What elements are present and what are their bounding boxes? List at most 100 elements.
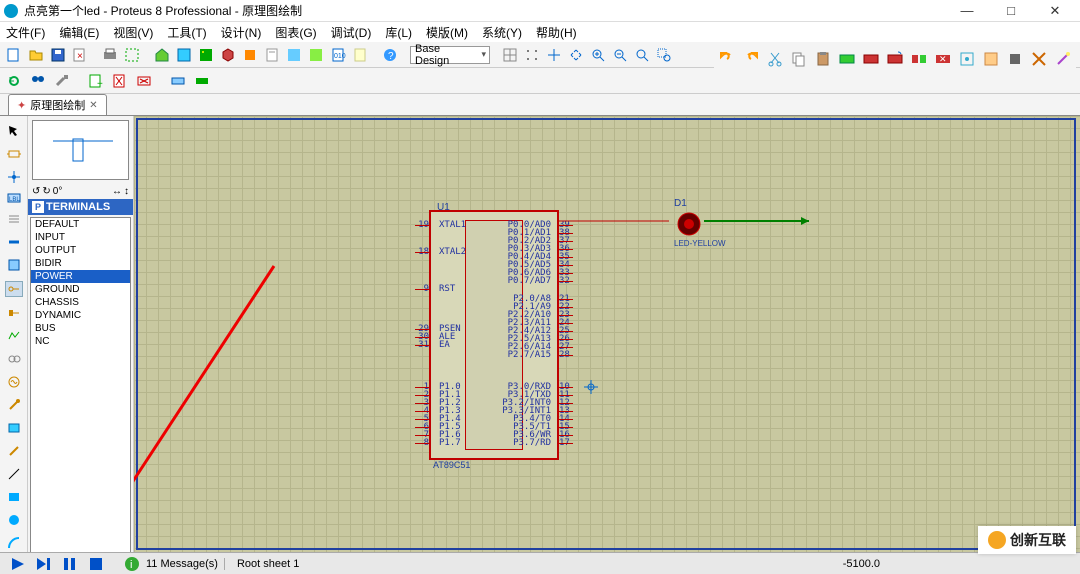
settings-icon[interactable] — [52, 71, 72, 91]
label-tool[interactable]: LBL — [5, 193, 23, 203]
home-icon[interactable] — [152, 45, 172, 65]
script-icon[interactable]: 010 — [328, 45, 348, 65]
menu-item[interactable]: 库(L) — [385, 24, 412, 41]
copy-icon[interactable] — [788, 48, 810, 70]
subcircuit-tool[interactable] — [5, 258, 23, 272]
block-copy-icon[interactable] — [836, 48, 858, 70]
selection-tool[interactable] — [5, 124, 23, 138]
menu-item[interactable]: 工具(T) — [167, 24, 206, 41]
find-icon[interactable] — [28, 71, 48, 91]
palette-item[interactable]: CHASSIS — [31, 296, 130, 309]
vsm-icon[interactable] — [306, 45, 326, 65]
pan-icon[interactable] — [566, 45, 586, 65]
minimize-button[interactable]: — — [954, 3, 980, 19]
palette-item[interactable]: INPUT — [31, 231, 130, 244]
print-icon[interactable] — [100, 45, 120, 65]
junction-tool[interactable] — [5, 170, 23, 184]
menu-item[interactable]: 编辑(E) — [59, 24, 99, 41]
paste-icon[interactable] — [812, 48, 834, 70]
component-u1[interactable]: U1 AT89C51 19XTAL118XTAL29RST29PSEN30ALE… — [429, 210, 559, 460]
tape-tool[interactable] — [5, 352, 23, 366]
snap-icon[interactable] — [522, 45, 542, 65]
new-file-icon[interactable] — [4, 45, 24, 65]
3d-icon[interactable] — [218, 45, 238, 65]
component-tool[interactable] — [5, 147, 23, 161]
pencil-tool[interactable] — [5, 444, 23, 458]
toggle1-icon[interactable] — [168, 71, 188, 91]
line-tool[interactable] — [5, 467, 23, 481]
palette-item[interactable]: OUTPUT — [31, 244, 130, 257]
design-explorer-icon[interactable] — [284, 45, 304, 65]
redo-icon[interactable] — [740, 48, 762, 70]
add-sheet-icon[interactable]: + — [86, 71, 106, 91]
rotate-ccw-icon[interactable]: ↺ — [32, 186, 40, 197]
menu-item[interactable]: 图表(G) — [275, 24, 316, 41]
status-messages[interactable]: 11 Message(s) — [140, 558, 225, 570]
library-icon[interactable] — [980, 48, 1002, 70]
delete-sheet-icon[interactable] — [110, 71, 130, 91]
block-delete-icon[interactable]: ✕ — [932, 48, 954, 70]
zoom-out-icon[interactable] — [610, 45, 630, 65]
probe-tool[interactable] — [5, 398, 23, 412]
origin-icon[interactable] — [544, 45, 564, 65]
tab-schematic[interactable]: ✦ 原理图绘制 ✕ — [8, 94, 107, 115]
menu-item[interactable]: 设计(N) — [221, 24, 262, 41]
menu-item[interactable]: 模版(M) — [426, 24, 468, 41]
refresh-icon[interactable] — [4, 71, 24, 91]
tab-close-icon[interactable]: ✕ — [89, 100, 97, 111]
circle-tool[interactable] — [5, 513, 23, 527]
toggle2-icon[interactable] — [192, 71, 212, 91]
text-tool[interactable] — [5, 212, 23, 226]
graph-tool[interactable] — [5, 329, 23, 343]
block-rotate-icon[interactable] — [884, 48, 906, 70]
delete-block-icon[interactable] — [134, 71, 154, 91]
block-mirror-icon[interactable] — [908, 48, 930, 70]
package-icon[interactable] — [1004, 48, 1026, 70]
pick-icon[interactable] — [956, 48, 978, 70]
palette-item[interactable]: DYNAMIC — [31, 309, 130, 322]
pcb-icon[interactable] — [196, 45, 216, 65]
menu-item[interactable]: 帮助(H) — [536, 24, 577, 41]
menu-item[interactable]: 调试(D) — [331, 24, 372, 41]
decompose-icon[interactable] — [1028, 48, 1050, 70]
palette-item[interactable]: BIDIR — [31, 257, 130, 270]
schematic-canvas[interactable]: U1 AT89C51 19XTAL118XTAL29RST29PSEN30ALE… — [134, 116, 1080, 556]
design-combo[interactable]: Base Design — [410, 46, 490, 64]
palette-item[interactable]: POWER — [31, 270, 130, 283]
component-d1[interactable]: D1 LED-YELLOW — [674, 198, 726, 248]
zoom-in-icon[interactable] — [588, 45, 608, 65]
menu-item[interactable]: 系统(Y) — [482, 24, 522, 41]
step-button[interactable] — [34, 556, 54, 572]
palette-item[interactable]: BUS — [31, 322, 130, 335]
maximize-button[interactable]: □ — [998, 3, 1024, 19]
help-icon[interactable]: ? — [380, 45, 400, 65]
mirror-v-icon[interactable]: ↕ — [124, 186, 129, 197]
rotation-controls[interactable]: ↺ ↻ 0° ↔ ↕ — [28, 184, 133, 199]
close-file-icon[interactable]: × — [70, 45, 90, 65]
close-button[interactable]: ✕ — [1042, 3, 1068, 19]
device-pin-tool[interactable] — [5, 306, 23, 320]
palette-item[interactable]: NC — [31, 335, 130, 348]
menu-item[interactable]: 视图(V) — [113, 24, 153, 41]
zoom-area-icon[interactable] — [654, 45, 674, 65]
generator-tool[interactable] — [5, 375, 23, 389]
schematic-icon[interactable] — [174, 45, 194, 65]
wand-icon[interactable] — [1052, 48, 1074, 70]
rotate-cw-icon[interactable]: ↻ — [42, 186, 50, 197]
info-icon[interactable]: i — [124, 556, 140, 572]
palette-list[interactable]: DEFAULTINPUTOUTPUTBIDIRPOWERGROUNDCHASSI… — [30, 217, 131, 554]
block-move-icon[interactable] — [860, 48, 882, 70]
mirror-h-icon[interactable]: ↔ — [112, 186, 122, 197]
gerber-icon[interactable] — [240, 45, 260, 65]
terminal-tool[interactable] — [5, 281, 23, 297]
bom-icon[interactable] — [262, 45, 282, 65]
grid-icon[interactable] — [500, 45, 520, 65]
palette-item[interactable]: DEFAULT — [31, 218, 130, 231]
menu-item[interactable]: 文件(F) — [6, 24, 45, 41]
print-area-icon[interactable] — [122, 45, 142, 65]
zoom-fit-icon[interactable] — [632, 45, 652, 65]
rect-tool[interactable] — [5, 490, 23, 504]
cut-icon[interactable] — [764, 48, 786, 70]
note-icon[interactable] — [350, 45, 370, 65]
bus-tool[interactable] — [5, 235, 23, 249]
